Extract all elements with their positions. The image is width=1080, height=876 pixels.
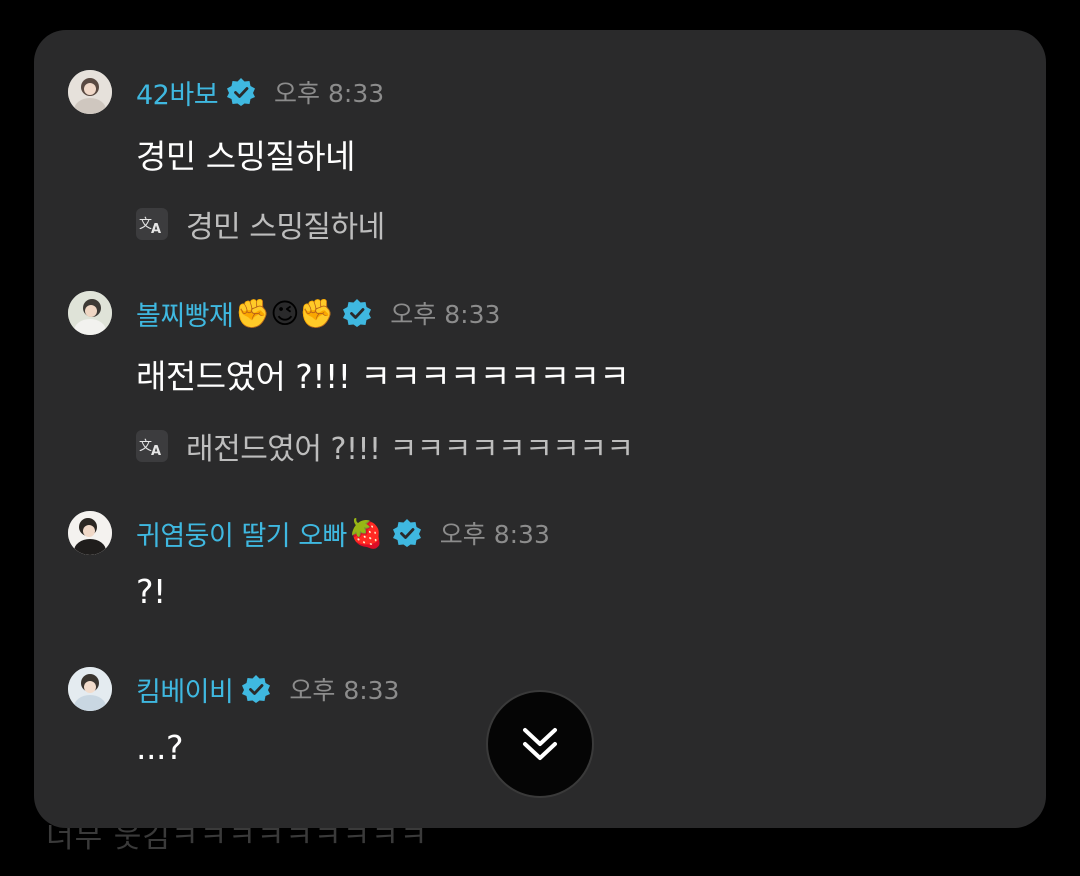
avatar[interactable] xyxy=(68,667,112,711)
avatar[interactable] xyxy=(68,70,112,114)
message-header: 킴베이비 오후 8:33 xyxy=(136,667,399,711)
message-header: 42바보 오후 8:33 xyxy=(136,70,384,114)
verified-badge-icon xyxy=(392,519,421,547)
author-name[interactable]: 귀염둥이 딸기 오빠 xyxy=(136,514,347,553)
message-time: 오후 8:33 xyxy=(390,300,501,329)
translate-icon[interactable]: 文 A xyxy=(136,430,168,462)
message-time: 오후 8:33 xyxy=(289,676,400,705)
author-emoji: 🍓 xyxy=(348,516,384,550)
message-header: 귀염둥이 딸기 오빠 🍓 오후 8:33 xyxy=(136,511,550,555)
message-text: 래전드였어 ?!!! ㅋㅋㅋㅋㅋㅋㅋㅋㅋ xyxy=(136,357,630,396)
translate-icon[interactable]: 文 A xyxy=(136,208,168,240)
translated-text: 래전드였어 ?!!! ㅋㅋㅋㅋㅋㅋㅋㅋㅋ xyxy=(186,432,634,467)
translated-text: 경민 스밍질하네 xyxy=(186,210,385,245)
author-name[interactable]: 킴베이비 xyxy=(136,670,234,709)
verified-badge-icon xyxy=(343,299,372,327)
author-name[interactable]: 볼찌빵재 xyxy=(136,294,234,333)
screen: 너무 웃김ㅋㅋㅋㅋㅋㅋㅋㅋㅋ 42바보 오후 8:33 경민 스밍질하네 文 A… xyxy=(0,0,1080,876)
double-chevron-down-icon xyxy=(523,728,557,760)
author-emoji: ✊😉✊ xyxy=(235,296,335,330)
message-text: ...? xyxy=(136,728,183,767)
translation-row[interactable]: 文 A 경민 스밍질하네 xyxy=(136,202,385,246)
verified-badge-icon xyxy=(242,675,271,703)
translation-row[interactable]: 文 A 래전드였어 ?!!! ㅋㅋㅋㅋㅋㅋㅋㅋㅋ xyxy=(136,424,634,468)
svg-text:A: A xyxy=(151,222,161,235)
message-time: 오후 8:33 xyxy=(274,79,385,108)
message-header: 볼찌빵재 ✊😉✊ 오후 8:33 xyxy=(136,291,500,335)
avatar[interactable] xyxy=(68,511,112,555)
svg-text:A: A xyxy=(151,444,161,457)
avatar[interactable] xyxy=(68,291,112,335)
message-time: 오후 8:33 xyxy=(439,520,550,549)
scroll-to-bottom-button[interactable] xyxy=(486,690,594,798)
message-text: ?! xyxy=(136,572,166,611)
verified-badge-icon xyxy=(227,78,256,106)
message-text: 경민 스밍질하네 xyxy=(136,137,356,176)
author-name[interactable]: 42바보 xyxy=(136,73,219,112)
